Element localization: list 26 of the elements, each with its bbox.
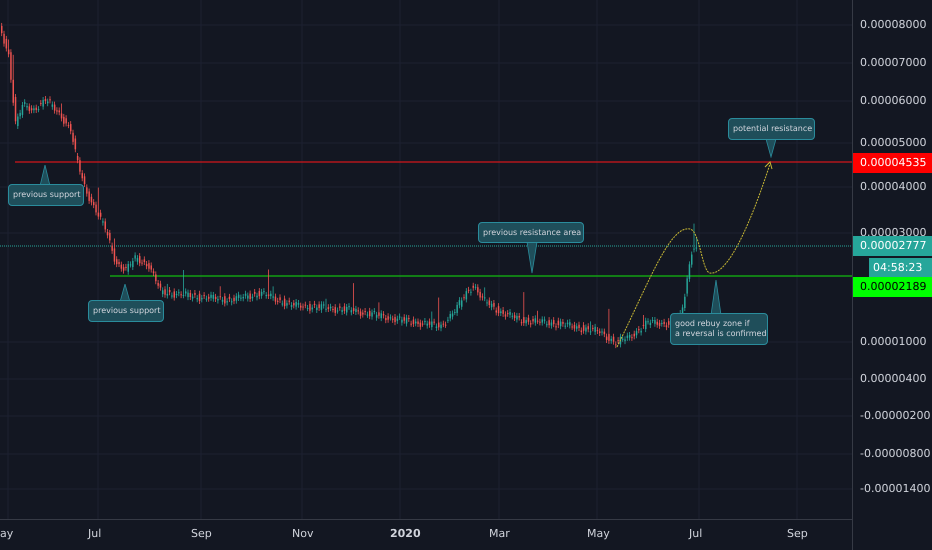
price-axis-label: 0.00006000 [860,94,926,108]
price-axis-label: 0.00005000 [860,136,926,150]
price-axis-label: 0.00008000 [860,18,926,32]
countdown-badge: 04:58:23 [869,258,932,277]
time-axis-label: ay [0,527,14,541]
time-axis-label: Sep [787,527,808,541]
time-axis-label: Sep [191,527,212,541]
callout-pointer-icon [526,242,538,274]
price-badge: 0.00004535 [853,153,932,173]
price-axis-label: -0.00000200 [860,409,930,423]
price-axis-label: -0.00001400 [860,482,930,496]
time-axis-label: Jul [689,527,702,541]
time-axis-label: Mar [489,527,510,541]
time-axis-label: 2020 [390,527,421,541]
callout-label: good rebuy zone if a reversal is confirmed [670,313,768,345]
price-axis-label: -0.00000800 [860,447,930,461]
time-axis-label: May [587,527,610,541]
price-axis-label: 0.00001000 [860,335,926,349]
time-axis-label: Jul [88,527,102,541]
callout-pointer-icon [710,280,722,315]
price-axis-label: 0.00000400 [860,372,926,386]
price-badge: 0.00002777 [853,236,932,256]
price-axis-label: 0.00007000 [860,56,926,70]
time-axis-label: Nov [292,527,314,541]
price-badge: 0.00002189 [853,277,932,297]
price-axis-label: 0.00004000 [860,180,926,194]
